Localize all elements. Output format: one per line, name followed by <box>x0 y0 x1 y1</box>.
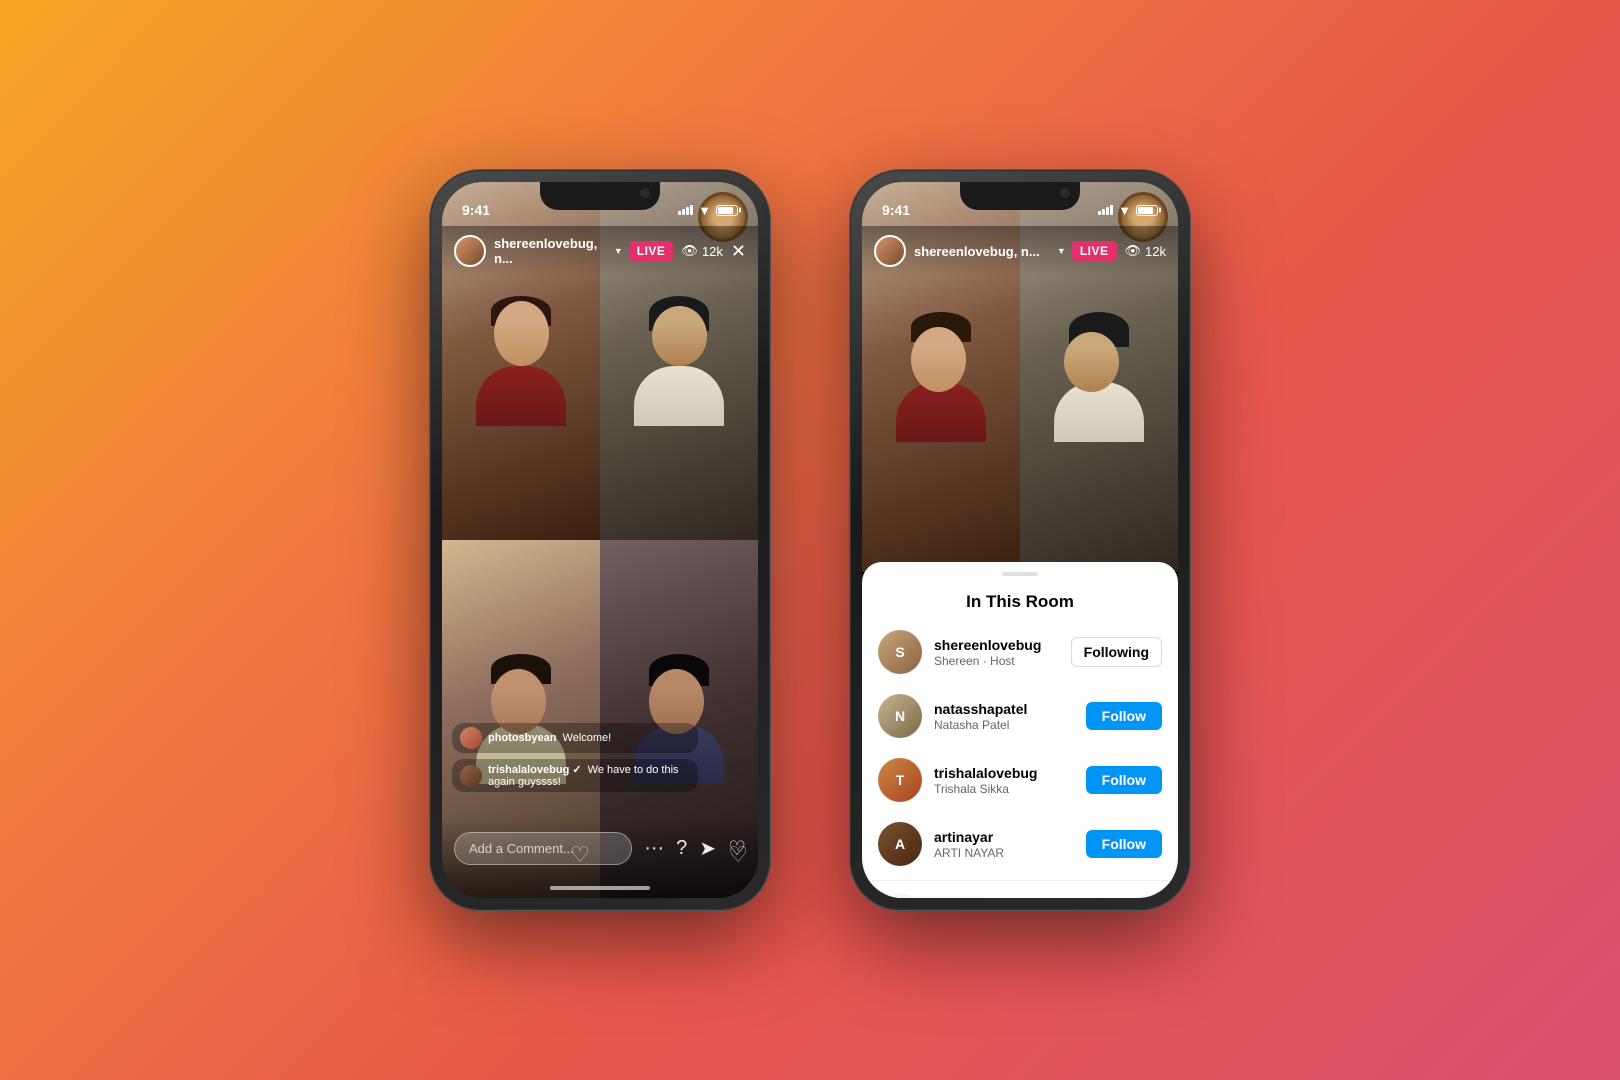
user-handle-natasha: natasshapatel <box>934 701 1074 717</box>
user-name-natasha: Natasha Patel <box>934 718 1074 732</box>
chevron-down-icon-2: ▾ <box>1059 246 1064 257</box>
phone-2: 9:41 ▼ shereenlovebug, n <box>850 170 1190 910</box>
comment-text-2: trishalalovebug ✓ We have to do this aga… <box>488 763 690 788</box>
signal-icon-1 <box>678 205 693 215</box>
avatar-arti: A <box>878 822 922 866</box>
header-avatar-2 <box>874 235 906 267</box>
battery-icon-1 <box>716 205 738 216</box>
battery-icon-2 <box>1136 205 1158 216</box>
user-handle-arti: artinayar <box>934 829 1074 845</box>
home-indicator-1 <box>550 886 650 890</box>
header-username-2: shereenlovebug, n... <box>914 244 1051 259</box>
time-2: 9:41 <box>882 202 910 218</box>
comments-overlay-1: photosbyean Welcome! trishalalovebug ✓ W… <box>452 723 698 798</box>
status-icons-2: ▼ <box>1098 203 1158 218</box>
user-name-arti: ARTI NAYAR <box>934 846 1074 860</box>
request-join-icon <box>878 893 922 898</box>
user-info-trishala: trishalalovebug Trishala Sikka <box>934 765 1074 796</box>
eye-icon-2: 👁 <box>1125 243 1142 259</box>
user-name-shereen: Shereen · Host <box>934 654 1059 668</box>
more-icon-1[interactable]: ··· <box>644 837 664 860</box>
avatar-shereen: S <box>878 630 922 674</box>
phone-1-screen: ♡ ♡ 9:41 <box>442 182 758 898</box>
status-bar-2: 9:41 ▼ <box>862 182 1178 226</box>
status-icons-1: ▼ <box>678 203 738 218</box>
follow-button-arti[interactable]: Follow <box>1086 830 1162 858</box>
user-row-trishala[interactable]: T trishalalovebug Trishala Sikka Follow <box>862 748 1178 812</box>
wifi-icon-2: ▼ <box>1118 203 1131 218</box>
user-handle-trishala: trishalalovebug <box>934 765 1074 781</box>
close-button-1[interactable]: ✕ <box>731 241 746 262</box>
comment-row-1: photosbyean Welcome! <box>452 723 698 753</box>
question-icon-1[interactable]: ? <box>676 837 687 860</box>
signal-icon-2 <box>1098 205 1113 215</box>
viewer-number-2: 12k <box>1145 244 1166 259</box>
following-button-shereen[interactable]: Following <box>1071 637 1162 667</box>
avatar-trishala: T <box>878 758 922 802</box>
user-row-shereen[interactable]: S shereenlovebug Shereen · Host Followin… <box>862 620 1178 684</box>
user-name-trishala: Trishala Sikka <box>934 782 1074 796</box>
live-badge-1: LIVE <box>629 241 674 261</box>
avatar-natasha: N <box>878 694 922 738</box>
viewers-count-1: 👁 12k <box>681 243 722 259</box>
user-info-shereen: shereenlovebug Shereen · Host <box>934 637 1059 668</box>
live-header-1: shereenlovebug, n... ▾ LIVE 👁 12k ✕ <box>442 226 758 276</box>
phone-1: ♡ ♡ 9:41 <box>430 170 770 910</box>
commenter-avatar-1 <box>460 727 482 749</box>
status-bar-1: 9:41 ▼ <box>442 182 758 226</box>
user-row-arti[interactable]: A artinayar ARTI NAYAR Follow <box>862 812 1178 876</box>
user-info-natasha: natasshapatel Natasha Patel <box>934 701 1074 732</box>
eye-icon-1: 👁 <box>681 243 698 259</box>
follow-button-natasha[interactable]: Follow <box>1086 702 1162 730</box>
comment-text-1: photosbyean Welcome! <box>488 732 611 744</box>
header-avatar-1 <box>454 235 486 267</box>
app-container: ♡ ♡ 9:41 <box>430 170 1190 910</box>
user-row-natasha[interactable]: N natasshapatel Natasha Patel Follow <box>862 684 1178 748</box>
commenter-name-1: photosbyean <box>488 732 556 744</box>
modal-sheet: In This Room S shereenlovebug Shereen · … <box>862 562 1178 898</box>
user-info-arti: artinayar ARTI NAYAR <box>934 829 1074 860</box>
modal-title: In This Room <box>862 576 1178 620</box>
follow-button-trishala[interactable]: Follow <box>1086 766 1162 794</box>
commenter-name-2: trishalalovebug ✓ <box>488 764 582 776</box>
header-username-1: shereenlovebug, n... <box>494 236 608 266</box>
viewer-number-1: 12k <box>702 244 723 259</box>
heart-icon-bottom-1[interactable]: ♡ <box>728 836 746 861</box>
commenter-avatar-2 <box>460 765 482 787</box>
comment-row-2: trishalalovebug ✓ We have to do this aga… <box>452 759 698 792</box>
phone-2-screen: 9:41 ▼ shereenlovebug, n <box>862 182 1178 898</box>
viewers-count-2: 👁 12k <box>1125 243 1166 259</box>
send-icon-1[interactable]: ➤ <box>699 836 716 861</box>
user-handle-shereen: shereenlovebug <box>934 637 1059 653</box>
live-badge-2: LIVE <box>1072 241 1117 261</box>
comment-input-1[interactable]: Add a Comment... <box>454 832 632 865</box>
home-indicator-2 <box>970 886 1070 890</box>
time-1: 9:41 <box>462 202 490 218</box>
chevron-down-icon-1: ▾ <box>616 246 621 257</box>
wifi-icon-1: ▼ <box>698 203 711 218</box>
live-header-2: shereenlovebug, n... ▾ LIVE 👁 12k <box>862 226 1178 276</box>
